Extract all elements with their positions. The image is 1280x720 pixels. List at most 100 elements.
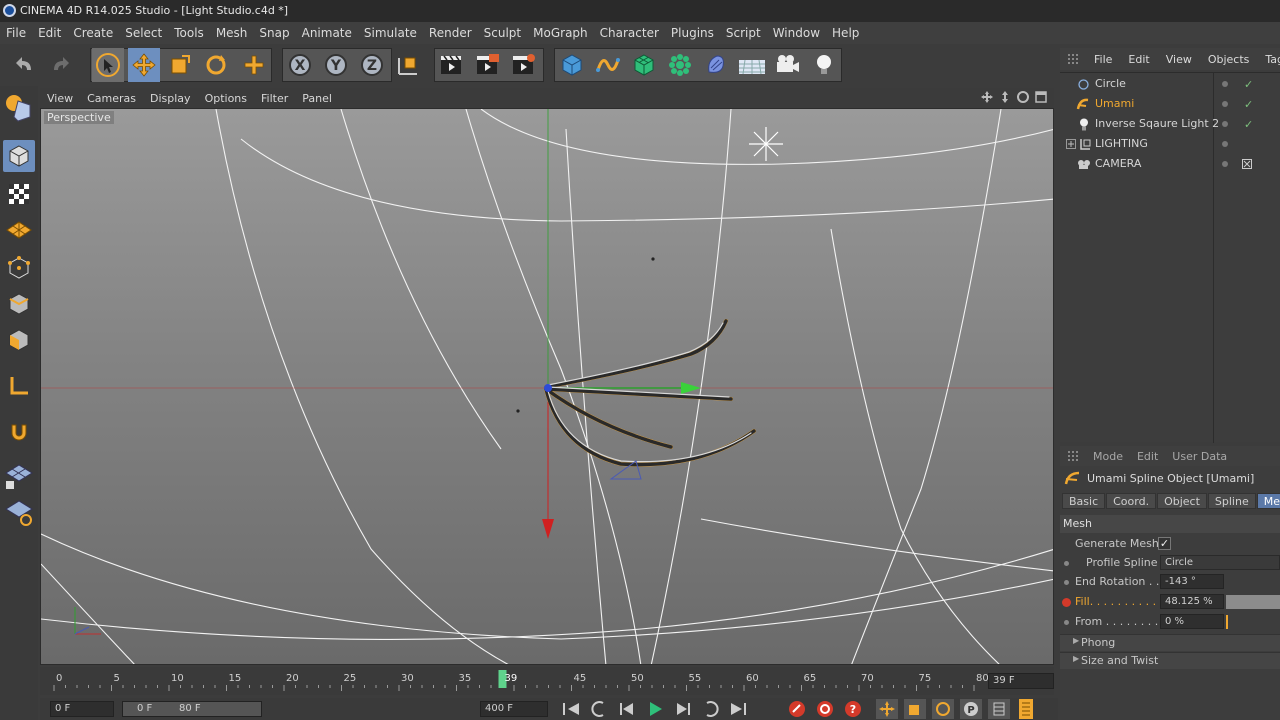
workplane-lock-icon[interactable]: [3, 460, 35, 492]
from-input[interactable]: 0 %: [1160, 614, 1224, 629]
snapping-magnet-icon[interactable]: [3, 416, 35, 448]
cloner-icon[interactable]: [664, 48, 696, 82]
object-row-camera[interactable]: CAMERA: [1060, 154, 1280, 174]
object-menu-objects[interactable]: Objects: [1200, 53, 1258, 66]
menu-animate[interactable]: Animate: [296, 22, 358, 44]
menu-file[interactable]: File: [0, 22, 32, 44]
spline-pen-icon[interactable]: [592, 48, 624, 82]
key-point-level-icon[interactable]: [988, 699, 1010, 719]
create-tool-icon[interactable]: [238, 48, 270, 82]
viewport-zoom-icon[interactable]: [998, 90, 1012, 104]
object-menu-edit[interactable]: Edit: [1120, 53, 1157, 66]
live-selection-icon[interactable]: [92, 48, 124, 82]
animate-bullet-icon[interactable]: [1064, 620, 1069, 625]
planar-workplane-icon[interactable]: [3, 496, 35, 528]
tab-basic[interactable]: Basic: [1062, 493, 1106, 509]
redo-icon[interactable]: [44, 48, 76, 82]
menu-help[interactable]: Help: [826, 22, 865, 44]
previous-key-icon[interactable]: [588, 700, 610, 718]
object-menu-file[interactable]: File: [1086, 53, 1120, 66]
phong-group[interactable]: ▶ Phong: [1060, 634, 1280, 651]
viewport-rotate-icon[interactable]: [1016, 90, 1030, 104]
deformer-icon[interactable]: [700, 48, 732, 82]
floor-scene-icon[interactable]: [736, 48, 768, 82]
coordinate-system-icon[interactable]: [392, 48, 424, 82]
visibility-dot-icon[interactable]: [1222, 141, 1228, 147]
make-editable-icon[interactable]: [3, 92, 35, 124]
next-frame-icon[interactable]: [672, 700, 694, 718]
key-position-icon[interactable]: [876, 699, 898, 719]
visibility-dot-icon[interactable]: [1222, 81, 1228, 87]
object-menu-view[interactable]: View: [1158, 53, 1200, 66]
timeline-scheme-icon[interactable]: [1016, 699, 1038, 719]
preview-range-slider[interactable]: 0 F 80 F: [122, 701, 262, 717]
rotate-tool-icon[interactable]: [200, 48, 232, 82]
render-settings-icon[interactable]: [508, 48, 540, 82]
edges-mode-icon[interactable]: [3, 288, 35, 320]
undo-icon[interactable]: [9, 48, 41, 82]
menu-sculpt[interactable]: Sculpt: [478, 22, 527, 44]
viewport-menu-panel[interactable]: Panel: [295, 92, 339, 105]
menu-character[interactable]: Character: [594, 22, 665, 44]
enabled-check-icon[interactable]: ✓: [1244, 115, 1253, 135]
visibility-dot-icon[interactable]: [1222, 161, 1228, 167]
axis-mode-icon[interactable]: [3, 370, 35, 402]
current-frame-field[interactable]: 39 F: [988, 673, 1054, 689]
previous-frame-icon[interactable]: [616, 700, 638, 718]
cube-object-icon[interactable]: [556, 48, 588, 82]
object-row-circle[interactable]: Circle ✓: [1060, 74, 1280, 94]
max-frame-field[interactable]: 400 F: [480, 701, 548, 717]
tab-spline[interactable]: Spline: [1207, 493, 1256, 509]
visibility-dot-icon[interactable]: [1222, 121, 1228, 127]
attribute-menu-mode[interactable]: Mode: [1086, 450, 1130, 463]
object-row-light[interactable]: Inverse Sqaure Light 2 ✓: [1060, 114, 1280, 134]
key-parameter-icon[interactable]: P: [960, 699, 982, 719]
move-tool-icon[interactable]: [128, 48, 160, 82]
viewport-menu-cameras[interactable]: Cameras: [80, 92, 143, 105]
menu-snap[interactable]: Snap: [253, 22, 295, 44]
subdivision-surface-icon[interactable]: [628, 48, 660, 82]
object-row-lighting[interactable]: LIGHTING: [1060, 134, 1280, 154]
object-row-umami[interactable]: Umami ✓: [1060, 94, 1280, 114]
play-forward-icon[interactable]: [644, 700, 666, 718]
menu-select[interactable]: Select: [119, 22, 168, 44]
viewport-menu-filter[interactable]: Filter: [254, 92, 295, 105]
go-to-end-icon[interactable]: [728, 700, 750, 718]
fill-slider[interactable]: [1226, 595, 1280, 609]
viewport-menu-options[interactable]: Options: [198, 92, 254, 105]
enabled-check-icon[interactable]: ✓: [1244, 75, 1253, 95]
keyframe-selection-icon[interactable]: ?: [842, 699, 864, 719]
fill-input[interactable]: 48.125 %: [1160, 594, 1224, 609]
object-menu-tags[interactable]: Tags: [1257, 53, 1280, 66]
viewport-move-icon[interactable]: [980, 90, 994, 104]
size-twist-group[interactable]: ▶ Size and Twist: [1060, 652, 1280, 669]
attribute-menu-user-data[interactable]: User Data: [1165, 450, 1234, 463]
from-slider[interactable]: [1226, 615, 1228, 629]
scale-tool-icon[interactable]: [164, 48, 196, 82]
enabled-check-icon[interactable]: ✓: [1244, 95, 1253, 115]
menu-edit[interactable]: Edit: [32, 22, 67, 44]
next-key-icon[interactable]: [700, 700, 722, 718]
tab-object[interactable]: Object: [1157, 493, 1207, 509]
camera-icon[interactable]: [772, 48, 804, 82]
attribute-menu-edit[interactable]: Edit: [1130, 450, 1165, 463]
workplane-mode-icon[interactable]: [3, 214, 35, 246]
model-mode-icon[interactable]: [3, 140, 35, 172]
expand-plus-icon[interactable]: [1066, 139, 1076, 149]
camera-tag-icon[interactable]: [1242, 159, 1252, 169]
points-mode-icon[interactable]: [3, 252, 35, 284]
menu-plugins[interactable]: Plugins: [665, 22, 720, 44]
menu-simulate[interactable]: Simulate: [358, 22, 423, 44]
timeline-ruler[interactable]: 0 5 10 15 20 25 30 35 39 45 50 55 60 65 70 75 80 39 F: [40, 667, 1054, 695]
render-picture-viewer-icon[interactable]: [472, 48, 504, 82]
end-rotation-input[interactable]: -143 °: [1160, 574, 1224, 589]
menu-window[interactable]: Window: [767, 22, 826, 44]
menu-render[interactable]: Render: [423, 22, 478, 44]
visibility-dot-icon[interactable]: [1222, 101, 1228, 107]
animate-bullet-icon[interactable]: [1064, 580, 1069, 585]
menu-mesh[interactable]: Mesh: [210, 22, 254, 44]
menu-create[interactable]: Create: [67, 22, 119, 44]
z-axis-lock-icon[interactable]: Z: [356, 48, 388, 82]
go-to-start-icon[interactable]: [560, 700, 582, 718]
texture-mode-icon[interactable]: [3, 178, 35, 210]
